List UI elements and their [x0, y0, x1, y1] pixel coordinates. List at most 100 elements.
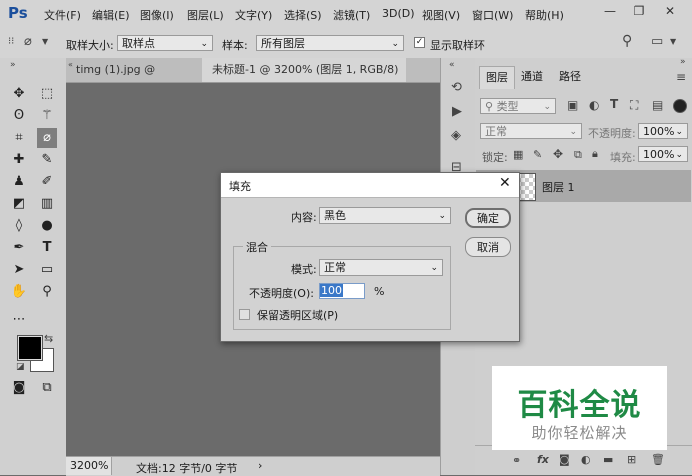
path-selection-tool-icon[interactable]: ➤	[9, 260, 29, 280]
eyedropper-tool-icon[interactable]: ⌀	[37, 128, 57, 148]
new-group-icon[interactable]: ▬	[603, 453, 613, 466]
filter-type-icon[interactable]: T	[610, 97, 618, 111]
fill-field[interactable]: 100% ⌄	[638, 146, 688, 162]
blur-tool-icon[interactable]: ◊	[9, 216, 29, 236]
magic-wand-tool-icon[interactable]: ⚚	[37, 106, 57, 126]
workspace-icon[interactable]: ▭	[651, 34, 663, 49]
menu-help[interactable]: 帮助(H)	[525, 7, 564, 23]
close-window-button[interactable]: ✕	[658, 2, 682, 20]
cancel-button[interactable]: 取消	[465, 237, 511, 257]
dodge-tool-icon[interactable]: ●	[37, 216, 57, 236]
ok-button[interactable]: 确定	[465, 208, 511, 228]
tab-layers[interactable]: 图层	[479, 66, 515, 89]
tab-timg[interactable]: timg (1).jpg @ 27.5%... ×	[66, 58, 202, 100]
more-tools-icon[interactable]: ⋯	[9, 310, 29, 330]
marquee-tool-icon[interactable]: ⬚	[37, 84, 57, 104]
adjustment-layer-icon[interactable]: ◐	[581, 453, 591, 466]
default-colors-icon[interactable]: ◪	[16, 362, 25, 372]
strip-collapse-icon[interactable]: «	[449, 60, 455, 70]
lock-position-icon[interactable]: ✥	[553, 147, 563, 161]
panel-menu-icon[interactable]: ≡	[676, 70, 686, 84]
healing-brush-tool-icon[interactable]: ✚	[9, 150, 29, 170]
lock-all-icon[interactable]: 🔒︎	[592, 147, 598, 161]
menu-select[interactable]: 选择(S)	[284, 7, 322, 23]
add-mask-icon[interactable]: ◙	[559, 453, 570, 466]
type-tool-icon[interactable]: T	[37, 238, 57, 258]
workspace-chevron-icon[interactable]: ▼	[670, 37, 676, 46]
status-arrow-icon[interactable]: ›	[258, 459, 262, 472]
menu-file[interactable]: 文件(F)	[44, 7, 81, 23]
menu-layer[interactable]: 图层(L)	[187, 7, 224, 23]
close-icon[interactable]: ✕	[499, 175, 511, 191]
sample-size-select[interactable]: 取样点 ⌄	[117, 35, 213, 51]
watermark-subtitle: 助你轻松解决	[531, 424, 628, 442]
photoshop-logo[interactable]: Ps	[8, 4, 28, 22]
foreground-color-swatch[interactable]	[17, 335, 43, 361]
fx-icon[interactable]: fx	[537, 453, 549, 466]
lock-pixels-icon[interactable]: ✎	[533, 148, 542, 161]
tab-paths[interactable]: 路径	[553, 66, 587, 88]
menu-image[interactable]: 图像(I)	[140, 7, 174, 23]
lock-artboard-icon[interactable]: ⧉	[574, 148, 582, 162]
minimize-button[interactable]: —	[598, 2, 622, 20]
layer-name[interactable]: 图层 1	[542, 179, 575, 195]
brush-tool-icon[interactable]: ✎	[37, 150, 57, 170]
filter-type-select[interactable]: ⚲ 类型 ⌄	[480, 98, 556, 114]
eyedropper-preset-icon[interactable]: ⌀	[24, 34, 32, 49]
filter-image-icon[interactable]: ▣	[567, 98, 578, 112]
zoom-field[interactable]: 3200%	[66, 457, 112, 475]
menu-view[interactable]: 视图(V)	[422, 7, 460, 23]
tab-channels[interactable]: 通道	[515, 66, 549, 88]
watermark-title: 百科全说	[517, 388, 642, 423]
history-panel-icon[interactable]: ⟲	[451, 80, 462, 95]
collapse-icon[interactable]: »	[10, 60, 16, 70]
sample-size-value: 取样点	[122, 37, 155, 50]
show-ring-checkbox[interactable]: ✓	[414, 37, 425, 48]
sample-select[interactable]: 所有图层 ⌄	[256, 35, 404, 51]
panel-collapse-icon[interactable]: »	[680, 57, 686, 67]
menu-type[interactable]: 文字(Y)	[235, 7, 272, 23]
move-tool-icon[interactable]: ✥	[9, 84, 29, 104]
menu-filter[interactable]: 滤镜(T)	[333, 7, 370, 23]
swap-colors-icon[interactable]: ⇆	[44, 332, 53, 345]
opacity-input[interactable]: 100	[319, 283, 365, 299]
menu-window[interactable]: 窗口(W)	[472, 7, 513, 23]
preset-chevron-icon[interactable]: ▼	[42, 37, 48, 46]
pen-tool-icon[interactable]: ✒	[9, 238, 29, 258]
restore-button[interactable]: ❐	[627, 2, 651, 20]
filter-toggle[interactable]	[673, 99, 687, 113]
menu-edit[interactable]: 编辑(E)	[92, 7, 130, 23]
chevron-down-icon: ⌄	[430, 263, 438, 273]
quick-mask-icon[interactable]: ◙	[9, 378, 29, 398]
clone-stamp-tool-icon[interactable]: ♟	[9, 172, 29, 192]
actions-panel-icon[interactable]: ▶	[452, 104, 462, 119]
chevron-down-icon: ⌄	[543, 102, 551, 112]
properties-panel-icon[interactable]: ◈	[451, 128, 461, 143]
content-value: 黑色	[324, 209, 346, 222]
opacity-field[interactable]: 100% ⌄	[638, 123, 688, 139]
menu-3d[interactable]: 3D(D)	[382, 7, 415, 20]
tab-untitled[interactable]: 未标题-1 @ 3200% (图层 1, RGB/8) ×	[202, 58, 406, 100]
zoom-tool-icon[interactable]: ⚲	[37, 282, 57, 302]
link-layers-icon[interactable]: ⚭	[512, 454, 521, 467]
opacity-unit: %	[374, 285, 385, 298]
filter-adjust-icon[interactable]: ◐	[589, 98, 599, 112]
filter-smart-icon[interactable]: ▤	[652, 98, 663, 112]
search-icon[interactable]: ⚲	[622, 33, 632, 49]
preserve-transparency-checkbox[interactable]	[239, 309, 250, 320]
rectangle-tool-icon[interactable]: ▭	[37, 260, 57, 280]
new-layer-icon[interactable]: ⊞	[627, 453, 636, 466]
crop-tool-icon[interactable]: ⌗	[9, 128, 29, 148]
blend-mode-select[interactable]: 正常 ⌄	[480, 123, 582, 139]
lasso-tool-icon[interactable]: ʘ	[9, 106, 29, 126]
content-select[interactable]: 黑色 ⌄	[319, 207, 451, 224]
lock-transparent-icon[interactable]: ▦	[513, 148, 523, 161]
eraser-tool-icon[interactable]: ◩	[9, 194, 29, 214]
history-brush-tool-icon[interactable]: ✐	[37, 172, 57, 192]
screen-mode-icon[interactable]: ⧉	[37, 378, 57, 398]
hand-tool-icon[interactable]: ✋	[9, 282, 29, 302]
trash-icon[interactable]: 🗑︎	[651, 453, 665, 466]
filter-shape-icon[interactable]: ⛶	[630, 98, 638, 113]
mode-select[interactable]: 正常 ⌄	[319, 259, 443, 276]
gradient-tool-icon[interactable]: ▥	[37, 194, 57, 214]
